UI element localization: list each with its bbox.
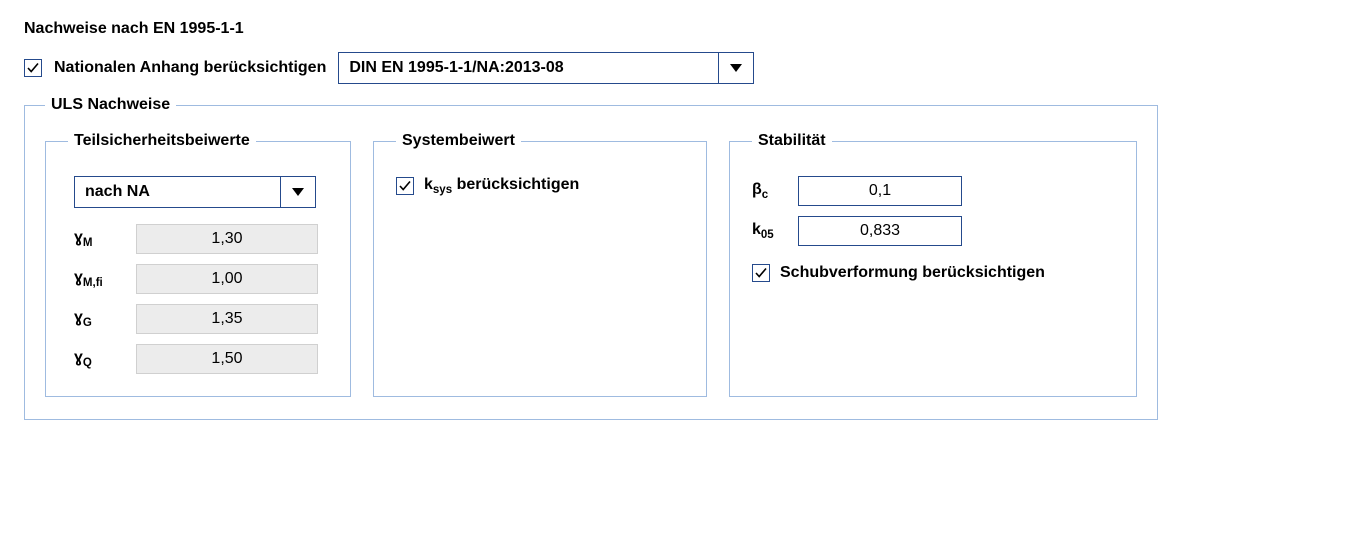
gamma-q-row: ɣQ 1,50 (74, 344, 328, 374)
shear-deformation-label: Schubverformung berücksichtigen (780, 264, 1045, 282)
gamma-mfi-row: ɣM,fi 1,00 (74, 264, 328, 294)
chevron-down-icon (719, 53, 753, 83)
k05-row: k05 0,833 (752, 216, 1114, 246)
system-factor-legend: Systembeiwert (396, 132, 521, 150)
gamma-g-value: 1,35 (136, 304, 318, 334)
gamma-q-value: 1,50 (136, 344, 318, 374)
ksys-checkbox[interactable] (396, 177, 414, 195)
partial-safety-source-value: nach NA (75, 177, 281, 207)
gamma-g-label: ɣG (74, 309, 136, 329)
partial-safety-legend: Teilsicherheitsbeiwerte (68, 132, 256, 150)
gamma-m-label: ɣM (74, 229, 136, 249)
shear-deformation-row: Schubverformung berücksichtigen (752, 264, 1114, 282)
beta-c-row: βc 0,1 (752, 176, 1114, 206)
gamma-m-value: 1,30 (136, 224, 318, 254)
stability-fieldset: Stabilität βc 0,1 k05 0,833 Schubverform… (729, 132, 1137, 397)
gamma-mfi-label: ɣM,fi (74, 269, 136, 289)
national-annex-dropdown-value: DIN EN 1995-1-1/NA:2013-08 (339, 53, 719, 83)
beta-c-label: βc (752, 181, 798, 201)
national-annex-dropdown[interactable]: DIN EN 1995-1-1/NA:2013-08 (338, 52, 754, 84)
stability-legend: Stabilität (752, 132, 832, 150)
uls-fieldset: ULS Nachweise Teilsicherheitsbeiwerte na… (24, 96, 1158, 420)
uls-legend: ULS Nachweise (45, 96, 176, 114)
gamma-m-row: ɣM 1,30 (74, 224, 328, 254)
shear-deformation-checkbox[interactable] (752, 264, 770, 282)
gamma-g-row: ɣG 1,35 (74, 304, 328, 334)
beta-c-input[interactable]: 0,1 (798, 176, 962, 206)
gamma-mfi-value: 1,00 (136, 264, 318, 294)
national-annex-label: Nationalen Anhang berücksichtigen (54, 59, 326, 77)
gamma-q-label: ɣQ (74, 349, 136, 369)
ksys-row: ksys berücksichtigen (396, 176, 684, 196)
chevron-down-icon (281, 177, 315, 207)
k05-input[interactable]: 0,833 (798, 216, 962, 246)
partial-safety-fieldset: Teilsicherheitsbeiwerte nach NA ɣM 1,30 … (45, 132, 351, 397)
partial-safety-source-dropdown[interactable]: nach NA (74, 176, 316, 208)
national-annex-row: Nationalen Anhang berücksichtigen DIN EN… (24, 52, 1324, 84)
ksys-label: ksys berücksichtigen (424, 176, 579, 196)
k05-label: k05 (752, 221, 798, 241)
system-factor-fieldset: Systembeiwert ksys berücksichtigen (373, 132, 707, 397)
national-annex-checkbox[interactable] (24, 59, 42, 77)
page-title: Nachweise nach EN 1995-1-1 (24, 20, 1324, 38)
